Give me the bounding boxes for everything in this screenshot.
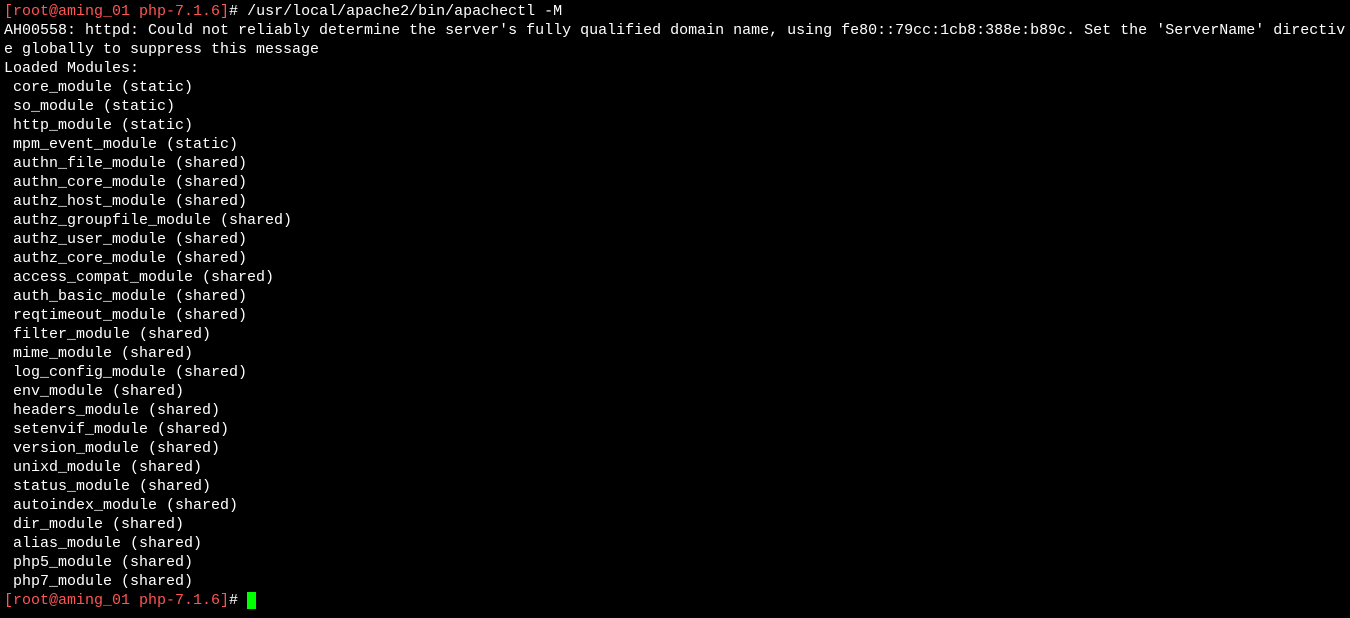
module-line: setenvif_module (shared): [4, 421, 229, 438]
loaded-modules-header: Loaded Modules:: [4, 60, 139, 77]
module-line: authz_core_module (shared): [4, 250, 247, 267]
prompt-user-host: [root@aming_01 php-7.1.6]: [4, 592, 229, 609]
cursor-icon: [247, 592, 256, 609]
module-line: authz_groupfile_module (shared): [4, 212, 292, 229]
module-line: php5_module (shared): [4, 554, 193, 571]
module-line: mime_module (shared): [4, 345, 193, 362]
module-line: http_module (static): [4, 117, 193, 134]
module-line: status_module (shared): [4, 478, 211, 495]
module-line: log_config_module (shared): [4, 364, 247, 381]
prompt-hash: #: [229, 592, 247, 609]
module-line: autoindex_module (shared): [4, 497, 238, 514]
module-line: reqtimeout_module (shared): [4, 307, 247, 324]
module-line: auth_basic_module (shared): [4, 288, 247, 305]
module-line: dir_module (shared): [4, 516, 184, 533]
module-line: php7_module (shared): [4, 573, 193, 590]
module-line: access_compat_module (shared): [4, 269, 274, 286]
module-line: authz_host_module (shared): [4, 193, 247, 210]
module-line: so_module (static): [4, 98, 175, 115]
module-line: authz_user_module (shared): [4, 231, 247, 248]
terminal-output[interactable]: [root@aming_01 php-7.1.6]# /usr/local/ap…: [0, 0, 1350, 612]
module-line: authn_file_module (shared): [4, 155, 247, 172]
module-line: core_module (static): [4, 79, 193, 96]
command-text: /usr/local/apache2/bin/apachectl -M: [247, 3, 562, 20]
prompt-user-host: [root@aming_01 php-7.1.6]: [4, 3, 229, 20]
module-line: mpm_event_module (static): [4, 136, 238, 153]
prompt-hash: #: [229, 3, 247, 20]
module-line: filter_module (shared): [4, 326, 211, 343]
module-line: alias_module (shared): [4, 535, 202, 552]
warning-line: AH00558: httpd: Could not reliably deter…: [4, 22, 1345, 58]
module-line: version_module (shared): [4, 440, 220, 457]
module-line: authn_core_module (shared): [4, 174, 247, 191]
module-line: unixd_module (shared): [4, 459, 202, 476]
module-line: env_module (shared): [4, 383, 184, 400]
module-line: headers_module (shared): [4, 402, 220, 419]
